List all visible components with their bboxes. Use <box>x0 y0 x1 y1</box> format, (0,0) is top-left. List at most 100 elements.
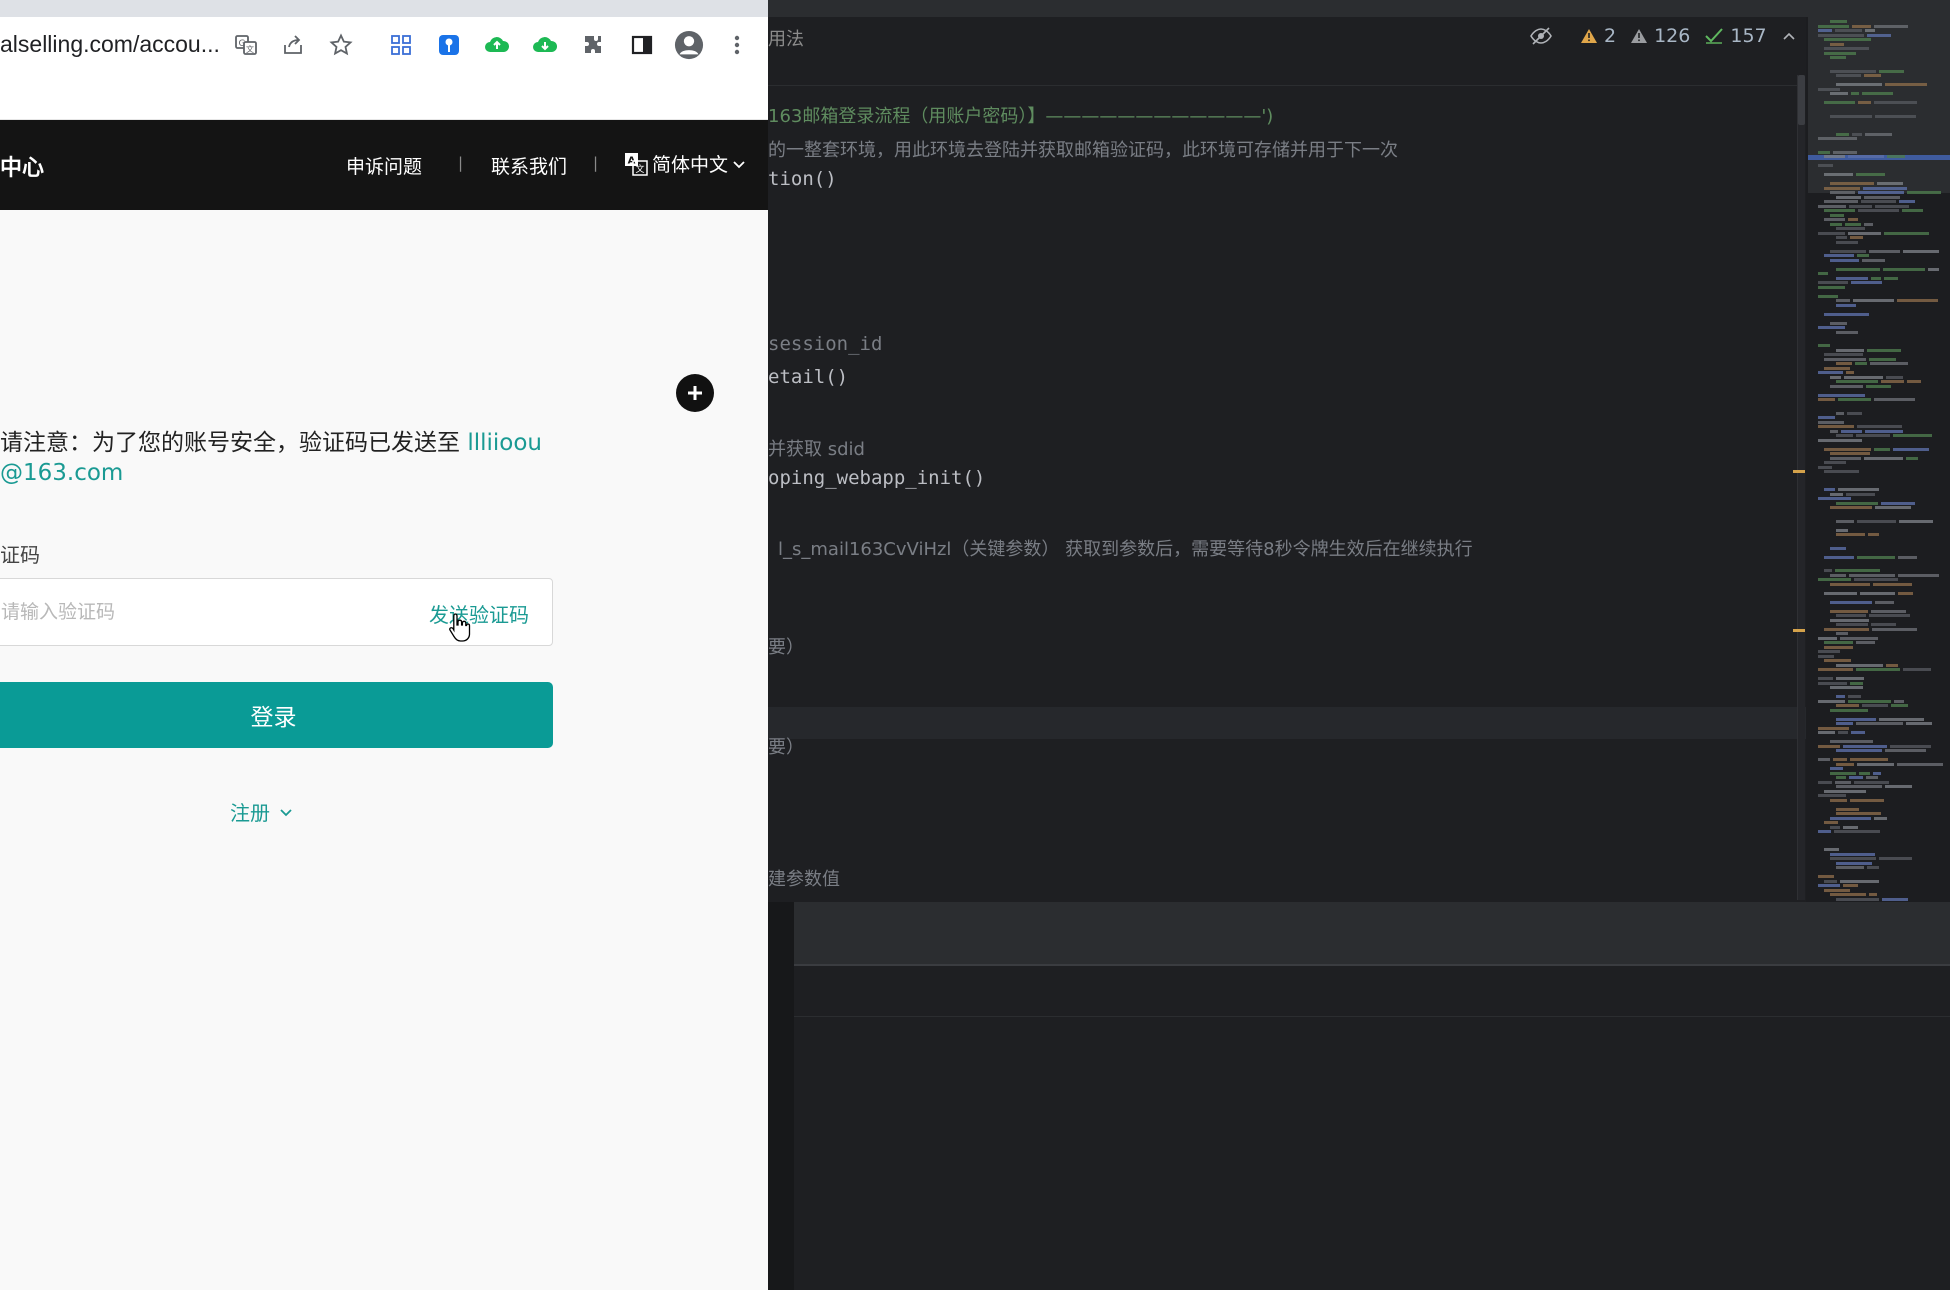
bookmark-bar <box>0 73 768 120</box>
menu-icon[interactable] <box>722 30 752 60</box>
upload-icon[interactable] <box>482 30 512 60</box>
minimap-line <box>1824 821 1838 824</box>
minimap-line <box>1838 488 1879 491</box>
site-logo[interactable]: 中心 <box>0 150 44 182</box>
register-link[interactable]: 注册 <box>230 797 294 826</box>
weak-warning-icon <box>1631 29 1648 43</box>
editor-scrollbar-thumb[interactable] <box>1798 75 1805 125</box>
code-line: l_s_mail163CvViHzl（关键参数） 获取到参数后，需要等待8秒令牌… <box>778 539 1473 560</box>
minimap-line <box>1877 182 1903 185</box>
minimap-line <box>1818 281 1848 284</box>
tool-window-content <box>768 1016 1950 1290</box>
language-selector[interactable]: A文 简体中文 <box>624 150 746 177</box>
minimap-line <box>1818 830 1831 833</box>
login-button[interactable]: 登录 <box>0 682 553 748</box>
notice-email: llliioou <box>467 430 542 456</box>
minimap-line <box>1830 456 1861 460</box>
editor-scrollbar[interactable] <box>1797 75 1805 900</box>
minimap-line <box>1818 398 1835 401</box>
minimap-line <box>1836 267 1880 271</box>
minimap-line <box>1836 722 1853 725</box>
code-input[interactable] <box>1 597 381 627</box>
share-icon[interactable] <box>278 30 308 60</box>
minimap-line <box>1824 155 1845 158</box>
minimap-line <box>1858 191 1904 194</box>
minimap-line <box>1818 654 1834 658</box>
minimap-line <box>1818 497 1851 500</box>
minimap-line <box>1836 785 1882 788</box>
minimap-line <box>1849 776 1863 779</box>
minimap-line <box>1862 92 1893 95</box>
minimap-line <box>1853 299 1894 302</box>
editor-breadcrumb[interactable]: 用法 <box>768 25 804 51</box>
minimap-line <box>1830 771 1856 775</box>
minimap-line <box>1830 492 1843 496</box>
send-code-button[interactable]: 发送验证码 <box>429 599 529 628</box>
minimap-line <box>1818 636 1837 640</box>
minimap-line <box>1818 699 1845 703</box>
minimap-line <box>1881 380 1904 383</box>
minimap-line <box>1818 578 1851 581</box>
profile-icon[interactable] <box>674 30 704 60</box>
minimap-line <box>1836 330 1858 334</box>
minimap-line <box>1836 861 1872 865</box>
sidepanel-icon[interactable] <box>627 30 657 60</box>
chevron-down-icon <box>733 160 745 168</box>
minimap-line <box>1830 20 1847 23</box>
minimap-line <box>1824 488 1835 491</box>
minimap-line <box>1875 506 1911 509</box>
minimap-line <box>1836 380 1878 383</box>
inspection-widget[interactable]: 2 126 157 <box>1530 25 1833 47</box>
password-icon[interactable] <box>434 30 464 60</box>
minimap-line <box>1818 780 1832 784</box>
minimap-line <box>1836 807 1859 811</box>
minimap-line <box>1830 708 1868 712</box>
minimap-line <box>1818 285 1845 289</box>
site-header: 中心 申诉问题 | 联系我们 | A文 简体中文 <box>0 120 768 210</box>
minimap-line <box>1847 411 1862 415</box>
code-line: 163邮箱登录流程（用账户密码）】————————————') <box>768 106 1274 127</box>
code-editor[interactable]: 用法 2 126 157 163邮箱登录流程（用账户密码）】——————————… <box>768 17 1831 902</box>
minimap-line <box>1855 362 1867 365</box>
minimap-line <box>1850 236 1863 239</box>
minimap-line <box>1874 816 1887 820</box>
minimap-line <box>1830 222 1842 226</box>
minimap-line <box>1868 533 1879 536</box>
add-button[interactable] <box>676 374 714 412</box>
minimap-line <box>1824 47 1869 50</box>
download-icon[interactable] <box>530 30 560 60</box>
chevron-up-icon[interactable] <box>1781 28 1797 44</box>
minimap-line <box>1869 249 1900 253</box>
minimap-line <box>1836 303 1856 307</box>
minimap-line <box>1865 132 1892 136</box>
minimap-line <box>1818 875 1834 878</box>
nav-separator: | <box>458 154 464 172</box>
minimap-line <box>1848 218 1858 221</box>
minimap-line <box>1884 231 1929 235</box>
warning-marker[interactable] <box>1793 470 1805 473</box>
minimap-line <box>1843 744 1887 748</box>
minimap-line <box>1886 375 1903 379</box>
minimap-line <box>1867 33 1891 37</box>
minimap-line <box>1850 758 1888 761</box>
minimap-line <box>1830 582 1870 586</box>
extensions-icon[interactable] <box>578 30 608 60</box>
minimap-line <box>1818 164 1833 167</box>
minimap-line <box>1830 375 1841 379</box>
minimap-line <box>1857 519 1896 523</box>
minimap-line <box>1887 155 1905 158</box>
translate-icon[interactable]: G文 <box>231 30 261 60</box>
minimap-line <box>1834 830 1880 833</box>
svg-text:文: 文 <box>635 163 644 175</box>
address-bar[interactable]: alselling.com/accou... <box>0 31 220 58</box>
apps-icon[interactable] <box>386 30 416 60</box>
minimap-line <box>1818 29 1832 32</box>
nav-complaint-link[interactable]: 申诉问题 <box>346 152 422 179</box>
minimap-line <box>1836 632 1848 635</box>
minimap-line <box>1854 780 1889 784</box>
nav-contact-link[interactable]: 联系我们 <box>491 152 567 179</box>
warning-marker[interactable] <box>1793 629 1805 632</box>
star-icon[interactable] <box>326 30 356 60</box>
minimap-line <box>1836 519 1854 523</box>
minimap-line <box>1864 74 1881 77</box>
